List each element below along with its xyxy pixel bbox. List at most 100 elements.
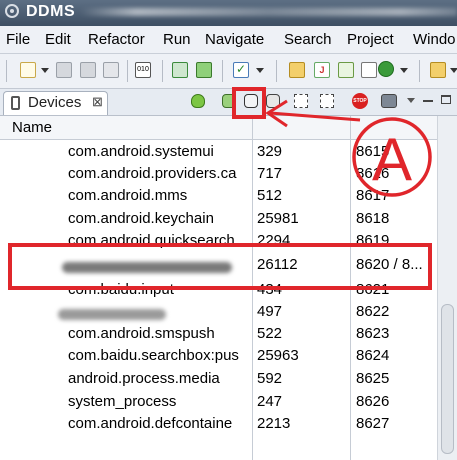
table-row[interactable]: system_process 247 8626 (0, 391, 437, 413)
new-java-class-icon[interactable]: J (314, 62, 330, 78)
chevron-down-icon[interactable] (41, 68, 49, 73)
process-pid: 247 (257, 393, 283, 410)
process-name: com.android.providers.ca (68, 165, 237, 182)
process-name: com.android.mms (68, 187, 188, 204)
process-pid: 25963 (257, 347, 299, 364)
close-icon[interactable]: ⊠ (92, 94, 103, 110)
checkbox-task-icon[interactable]: ✓ (233, 62, 249, 78)
redacted-process-name (62, 262, 232, 273)
tab-devices-label: Devices (28, 94, 82, 111)
table-row[interactable]: com.android.systemui 329 8615 (0, 141, 437, 163)
title-bar: DDMS (0, 0, 457, 26)
toolbar-separator (419, 60, 420, 82)
menu-project[interactable]: Project (347, 31, 394, 48)
menu-edit[interactable]: Edit (45, 31, 71, 48)
table-row[interactable]: com.android.providers.ca 717 8616 (0, 163, 437, 185)
process-pid: 2213 (257, 415, 291, 432)
debug-port: 8624 (356, 347, 390, 364)
table-row[interactable]: android.process.media 592 8625 (0, 368, 437, 390)
menu-run[interactable]: Run (163, 31, 191, 48)
cause-gc-icon[interactable] (266, 94, 280, 108)
table-row[interactable]: com.android.smspush 522 8623 (0, 323, 437, 345)
screen-capture-icon[interactable] (381, 94, 397, 108)
process-pid: 512 (257, 187, 283, 204)
save-icon[interactable] (56, 62, 72, 78)
new-file-wizard-icon[interactable] (361, 62, 377, 78)
minimize-icon[interactable] (423, 100, 433, 102)
debug-port: 8615 (356, 143, 390, 160)
toolbar-separator (6, 60, 7, 82)
column-header-name[interactable]: Name (12, 119, 52, 136)
view-menu-chevron-icon[interactable] (407, 98, 415, 103)
maximize-icon[interactable] (441, 95, 451, 104)
process-pid: 522 (257, 325, 283, 342)
debug-port: 8626 (356, 393, 390, 410)
process-pid: 497 (257, 303, 283, 320)
debug-port: 8620 / 8... (356, 256, 423, 273)
vertical-scrollbar[interactable] (437, 116, 457, 460)
devices-view-bar: Devices ⊠ STOP (0, 89, 457, 116)
table-header: Name (0, 116, 437, 140)
menu-file[interactable]: File (6, 31, 30, 48)
process-pid: 717 (257, 165, 283, 182)
folder-icon[interactable] (430, 62, 446, 78)
print-icon[interactable] (103, 62, 119, 78)
chevron-down-icon[interactable] (400, 68, 408, 73)
toolbar-separator (222, 60, 223, 82)
chevron-down-icon[interactable] (450, 68, 457, 73)
process-name: com.baidu.input (68, 281, 174, 298)
dump-hprof-icon[interactable] (244, 94, 258, 108)
debug-port: 8618 (356, 210, 390, 227)
debug-port: 8621 (356, 281, 390, 298)
menu-navigate[interactable]: Navigate (205, 31, 264, 48)
process-pid: 592 (257, 370, 283, 387)
update-threads-icon[interactable] (294, 94, 308, 108)
debug-port: 8625 (356, 370, 390, 387)
table-row[interactable]: com.android.keychain 25981 8618 (0, 208, 437, 230)
download-icon[interactable] (172, 62, 188, 78)
table-row[interactable]: com.android.quicksearch 2294 8619 (0, 230, 437, 252)
process-pid: 434 (257, 281, 283, 298)
redacted-process-name (58, 309, 166, 320)
debug-port: 8616 (356, 165, 390, 182)
toolbar-separator (276, 60, 277, 82)
new-file-icon[interactable] (20, 62, 36, 78)
tab-devices[interactable]: Devices ⊠ (3, 91, 108, 115)
android-device-icon[interactable] (196, 62, 212, 78)
update-heap-icon[interactable] (222, 94, 236, 108)
table-row-selected[interactable]: 26112 8620 / 8... (0, 254, 437, 276)
table-row[interactable]: com.baidu.searchbox:pus 25963 8624 (0, 345, 437, 367)
table-row[interactable]: com.baidu.input 434 8621 (0, 279, 437, 301)
debug-process-icon[interactable] (191, 94, 205, 108)
process-pid: 329 (257, 143, 283, 160)
ddms-app-icon (5, 4, 19, 18)
debug-port: 8617 (356, 187, 390, 204)
menu-search[interactable]: Search (284, 31, 332, 48)
save-all-icon[interactable] (80, 62, 96, 78)
table-row[interactable]: 497 8622 (0, 301, 437, 323)
menu-bar: File Edit Refactor Run Navigate Search P… (0, 26, 457, 54)
chevron-down-icon[interactable] (256, 68, 264, 73)
process-name: com.android.smspush (68, 325, 215, 342)
process-pid: 26112 (257, 256, 298, 273)
process-name: android.process.media (68, 370, 220, 387)
process-pid: 2294 (257, 232, 291, 249)
android-project-icon[interactable] (338, 62, 354, 78)
scrollbar-thumb[interactable] (441, 304, 454, 454)
start-method-profiling-icon[interactable] (320, 94, 334, 108)
run-icon[interactable] (378, 61, 394, 77)
phone-icon (11, 96, 20, 110)
process-name: system_process (68, 393, 177, 410)
window-title: DDMS (26, 3, 76, 20)
table-row[interactable]: com.android.mms 512 8617 (0, 185, 437, 207)
menu-refactor[interactable]: Refactor (88, 31, 145, 48)
stop-process-icon[interactable]: STOP (352, 93, 368, 109)
binary-icon[interactable]: 010 (135, 62, 151, 78)
process-name: com.android.defcontaine (68, 415, 233, 432)
process-name: com.android.keychain (68, 210, 214, 227)
debug-port: 8623 (356, 325, 390, 342)
toolbar-separator (127, 60, 128, 82)
open-folder-icon[interactable] (289, 62, 305, 78)
table-row[interactable]: com.android.defcontaine 2213 8627 (0, 413, 437, 435)
menu-window[interactable]: Windo (413, 31, 456, 48)
